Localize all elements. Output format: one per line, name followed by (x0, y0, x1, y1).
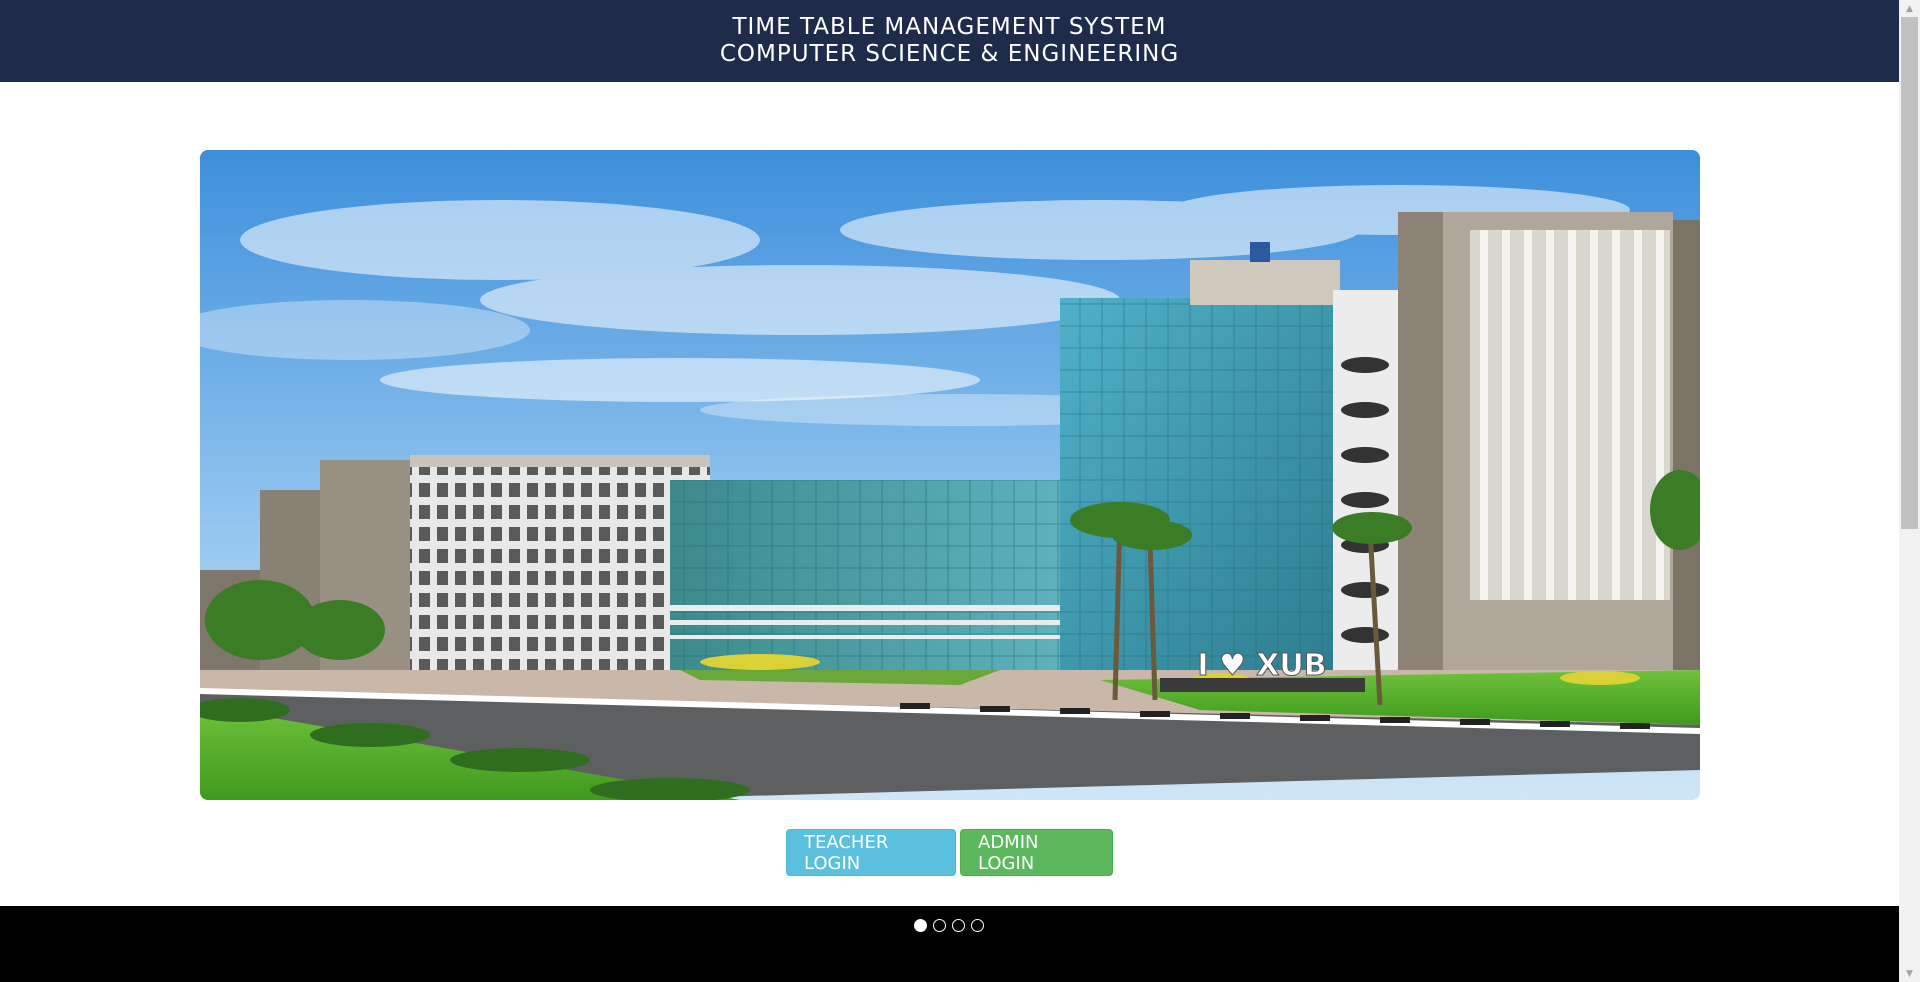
campus-image: I ♥ XUB (200, 150, 1700, 800)
carousel-dot-1[interactable] (914, 919, 927, 932)
campus-sign: I ♥ XUB (1197, 648, 1326, 683)
login-buttons: TEACHER LOGIN ADMIN LOGIN (786, 829, 1113, 876)
vertical-scrollbar[interactable]: ▲ ▼ (1899, 0, 1920, 982)
carousel-dot-2[interactable] (933, 919, 946, 932)
carousel-dot-3[interactable] (952, 919, 965, 932)
scroll-thumb[interactable] (1901, 17, 1918, 529)
scroll-down-icon[interactable]: ▼ (1899, 965, 1920, 982)
carousel-indicators (914, 919, 984, 932)
page-header: TIME TABLE MANAGEMENT SYSTEM COMPUTER SC… (0, 0, 1899, 82)
page-footer (0, 906, 1899, 982)
scroll-up-icon[interactable]: ▲ (1899, 0, 1920, 17)
admin-login-button[interactable]: ADMIN LOGIN (960, 829, 1113, 876)
header-subtitle: COMPUTER SCIENCE & ENGINEERING (719, 41, 1180, 67)
teacher-login-button[interactable]: TEACHER LOGIN (786, 829, 956, 876)
header-title: TIME TABLE MANAGEMENT SYSTEM (732, 14, 1167, 40)
campus-illustration: I ♥ XUB (200, 150, 1700, 800)
carousel-dot-4[interactable] (971, 919, 984, 932)
